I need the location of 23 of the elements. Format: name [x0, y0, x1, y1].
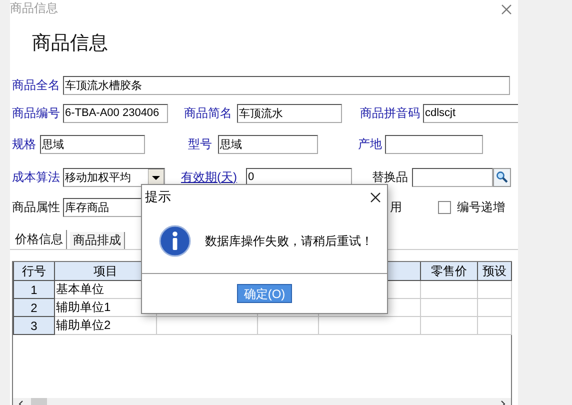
- dialog-message: 数据库操作失败，请稍后重试！: [205, 232, 373, 250]
- column-header: 行号: [14, 262, 54, 280]
- field-label: 型号: [188, 136, 213, 152]
- field-label: 商品属性: [12, 198, 61, 216]
- form-heading: 商品信息: [32, 32, 109, 56]
- field-label: 产地: [358, 136, 383, 152]
- row-number: 3: [14, 316, 54, 334]
- window-title: 商品信息: [10, 0, 58, 16]
- column-header: 零售价: [420, 262, 478, 280]
- row-number: 1: [14, 280, 54, 298]
- field-label: 成本算法: [12, 168, 61, 186]
- field-label: 商品编号: [12, 104, 61, 122]
- field-label: 规格: [12, 136, 37, 152]
- column-header: 预设: [478, 262, 512, 280]
- field-label: 有效期(天): [181, 168, 238, 186]
- field-label: 商品拼音码: [360, 104, 421, 122]
- field-label: 商品全名: [12, 76, 61, 94]
- table-cell: 辅助单位2: [54, 316, 156, 334]
- field-label: 用: [390, 198, 402, 216]
- field-label: 替换品: [372, 168, 409, 186]
- field-label: 商品简名: [184, 104, 233, 122]
- checkbox-label: 编号递增: [457, 198, 505, 216]
- row-number: 2: [14, 298, 54, 316]
